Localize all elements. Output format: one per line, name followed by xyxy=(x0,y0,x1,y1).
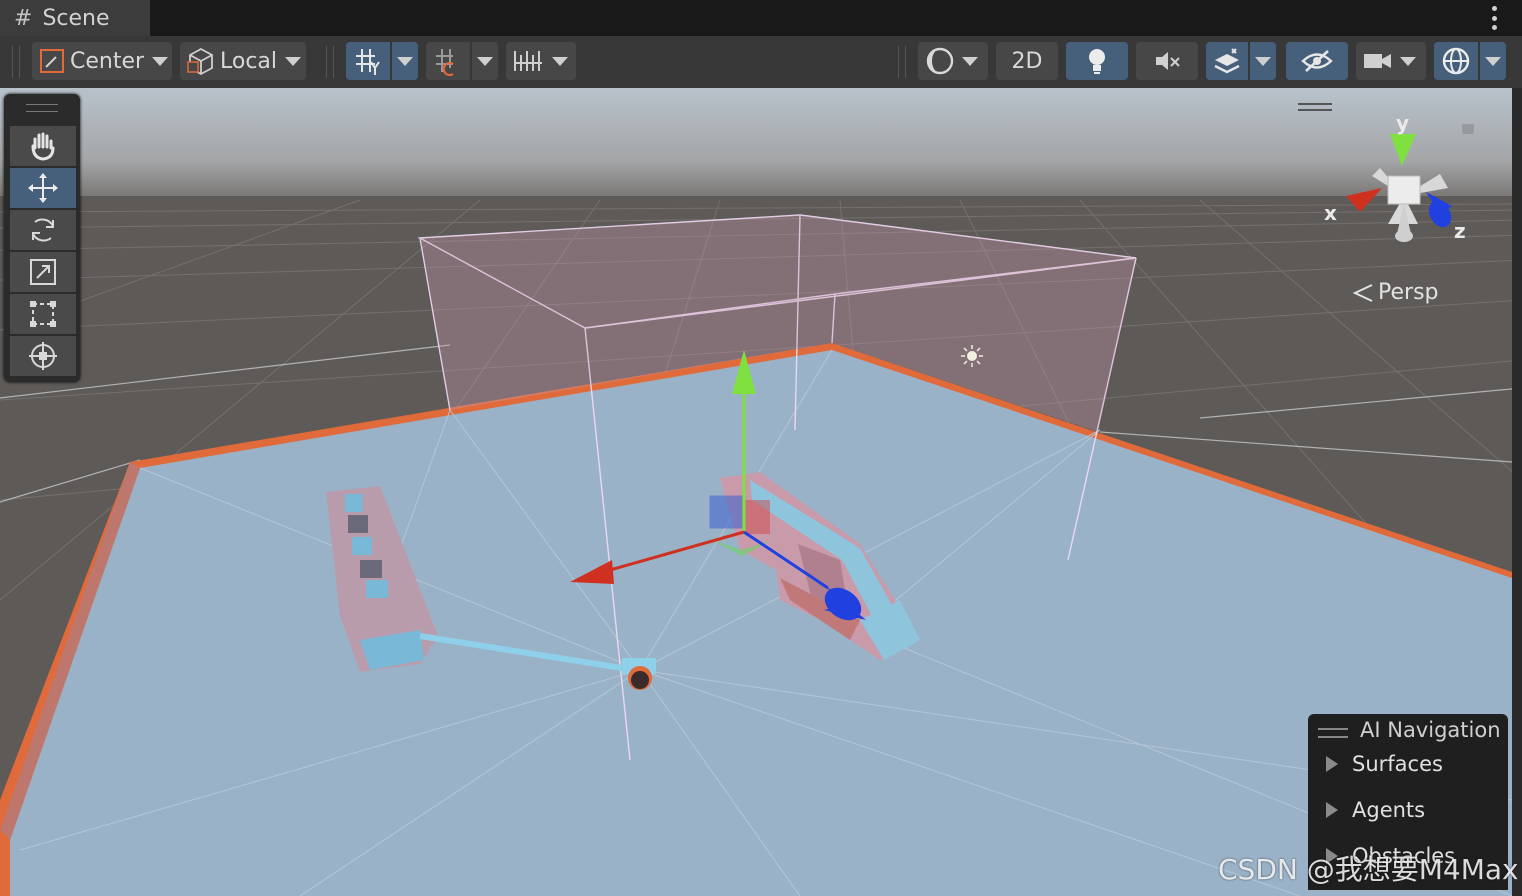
perspective-icon xyxy=(1352,283,1373,302)
gizmos-dropdown[interactable] xyxy=(1480,42,1506,80)
toolbar-grip[interactable] xyxy=(12,46,20,78)
scene-viewport[interactable] xyxy=(0,88,1522,896)
projection-toggle[interactable]: Persp xyxy=(1352,280,1439,305)
watermark: CSDN @我想要M4Max xyxy=(1218,853,1519,886)
pivot-rotation-label: Local xyxy=(220,48,278,74)
toggle-2d-button[interactable]: 2D xyxy=(996,42,1058,80)
hand-tool-button[interactable] xyxy=(10,126,76,166)
chevron-down-icon xyxy=(397,56,413,66)
tab-scene[interactable]: # Scene xyxy=(0,0,151,36)
local-cube-icon xyxy=(187,47,213,76)
ai-navigation-title: AI Navigation xyxy=(1360,718,1501,742)
grid-y-icon xyxy=(356,49,380,75)
chevron-down-icon xyxy=(1400,56,1416,66)
lightbulb-icon xyxy=(1089,49,1105,74)
scene-render[interactable] xyxy=(0,88,1522,896)
gizmo-sphere-icon xyxy=(1442,47,1470,75)
projection-label: Persp xyxy=(1378,280,1439,305)
grid-snap-dropdown[interactable] xyxy=(472,42,498,80)
tools-overlay-handle[interactable] xyxy=(26,104,58,112)
scale-tool-button[interactable] xyxy=(10,252,76,292)
scene-audio-button[interactable] xyxy=(1136,42,1198,80)
toggle-2d-label: 2D xyxy=(1011,48,1043,74)
overlay-item-label: Agents xyxy=(1352,798,1426,822)
rotate-tool-button[interactable] xyxy=(10,210,76,250)
chevron-down-icon xyxy=(962,56,978,66)
overlay-item-agents[interactable]: Agents xyxy=(1326,798,1425,822)
sun-light-icon xyxy=(961,345,983,367)
grid-snap-button[interactable] xyxy=(426,42,470,80)
axis-x-label: x xyxy=(1324,201,1337,225)
lock-icon xyxy=(1462,124,1474,134)
scene-effects-dropdown[interactable] xyxy=(1250,42,1276,80)
transform-tool-button[interactable] xyxy=(10,336,76,376)
grid-visibility-dropdown[interactable] xyxy=(392,42,418,80)
pivot-rotation-dropdown[interactable]: Local xyxy=(180,42,306,80)
overlay-drag-handle[interactable] xyxy=(1318,728,1348,738)
scene-grid-icon: # xyxy=(14,5,33,31)
scene-visibility-button[interactable] xyxy=(1286,42,1348,80)
layers-icon xyxy=(1214,48,1240,74)
move-icon xyxy=(28,173,58,203)
chevron-down-icon xyxy=(1485,56,1501,66)
scale-icon xyxy=(30,259,56,285)
toolbar-grip[interactable] xyxy=(898,46,906,78)
tab-bar: # Scene xyxy=(0,0,1522,36)
scene-camera-dropdown[interactable] xyxy=(1356,42,1426,80)
expand-arrow-icon xyxy=(1326,802,1338,818)
pivot-center-icon xyxy=(40,49,64,73)
chevron-down-icon xyxy=(552,56,568,66)
chevron-down-icon xyxy=(152,56,169,66)
chevron-down-icon xyxy=(1255,56,1271,66)
rect-icon xyxy=(30,301,56,327)
gizmos-button[interactable] xyxy=(1434,42,1478,80)
rect-tool-button[interactable] xyxy=(10,294,76,334)
tools-overlay xyxy=(4,94,80,382)
transform-icon xyxy=(29,342,57,370)
scene-effects-button[interactable] xyxy=(1206,42,1248,80)
tab-scene-label: Scene xyxy=(42,5,110,31)
grid-snap-icon xyxy=(436,49,454,76)
pivot-mode-dropdown[interactable]: Center xyxy=(32,42,172,80)
rotate-icon xyxy=(32,218,54,242)
increment-snap-icon xyxy=(514,51,542,71)
axis-z-label: z xyxy=(1454,219,1466,243)
grid-visibility-button[interactable] xyxy=(346,42,390,80)
toolbar-grip[interactable] xyxy=(326,46,334,78)
move-tool-button[interactable] xyxy=(10,168,76,208)
hidden-eye-icon xyxy=(1301,50,1333,72)
scene-toolbar: Center Local 2D xyxy=(0,36,1522,89)
overlay-item-label: Surfaces xyxy=(1352,752,1443,776)
expand-arrow-icon xyxy=(1326,756,1338,772)
axis-y-label: y xyxy=(1396,111,1409,135)
audio-muted-icon xyxy=(1156,52,1180,70)
increment-snap-dropdown[interactable] xyxy=(506,42,576,80)
chevron-down-icon xyxy=(477,56,493,66)
chevron-down-icon xyxy=(285,56,302,66)
shading-mode-icon xyxy=(926,47,954,75)
scene-lighting-button[interactable] xyxy=(1066,42,1128,80)
camera-icon xyxy=(1364,54,1391,68)
draw-mode-dropdown[interactable] xyxy=(918,42,988,80)
pivot-mode-label: Center xyxy=(70,48,145,74)
overlay-item-surfaces[interactable]: Surfaces xyxy=(1326,752,1443,776)
hand-icon xyxy=(31,132,55,161)
more-options-icon[interactable] xyxy=(1490,6,1498,30)
